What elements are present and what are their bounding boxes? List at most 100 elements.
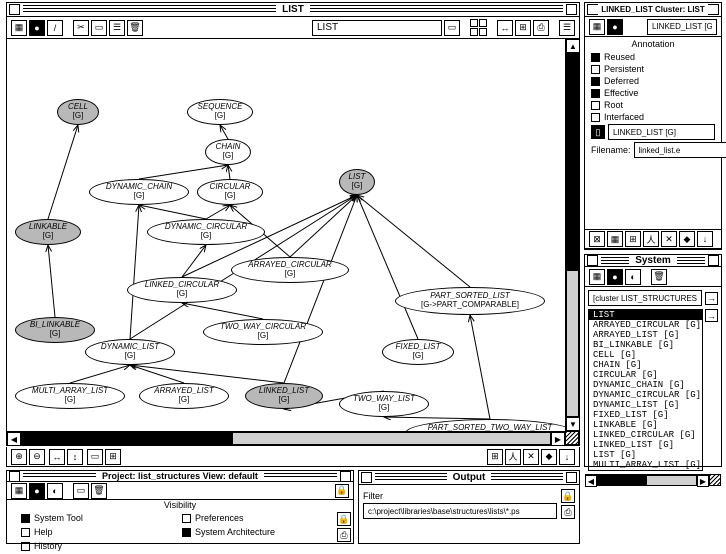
class-node-multi_array_list[interactable]: MULTI_ARRAY_LIST[G] xyxy=(15,383,125,409)
tool-btn[interactable]: ● xyxy=(607,19,623,35)
list-item[interactable]: CHAIN [G] xyxy=(589,360,702,370)
tool-btn[interactable]: / xyxy=(47,20,63,36)
lock-icon[interactable]: 🔒 xyxy=(335,484,349,498)
list-item[interactable]: LINKABLE [G] xyxy=(589,420,702,430)
class-node-arrayed_list[interactable]: ARRAYED_LIST[G] xyxy=(139,383,229,409)
list-item[interactable]: LINKED_LIST [G] xyxy=(589,440,702,450)
list-item[interactable]: DYNAMIC_CHAIN [G] xyxy=(589,380,702,390)
tool-btn[interactable]: ✕ xyxy=(661,231,677,247)
list-item[interactable]: BI_LINKABLE [G] xyxy=(589,340,702,350)
tool-btn[interactable]: ▦ xyxy=(607,231,623,247)
tool-btn[interactable]: ● xyxy=(607,269,623,285)
system-list[interactable]: LIST ARRAYED_CIRCULAR [G] ARRAYED_LIST [… xyxy=(588,309,703,471)
go-icon[interactable]: → xyxy=(705,292,718,305)
tool-btn[interactable]: ⊞ xyxy=(105,449,121,465)
tool-btn[interactable]: ▦ xyxy=(11,483,27,499)
maximize-icon[interactable] xyxy=(566,472,577,483)
print-icon[interactable]: ⎙ xyxy=(533,20,549,36)
class-node-bi_linkable[interactable]: BI_LINKABLE[G] xyxy=(15,317,95,343)
tool-btn[interactable]: ↕ xyxy=(67,449,83,465)
trash-icon[interactable]: 🗑 xyxy=(91,483,107,499)
tool-btn[interactable]: 人 xyxy=(505,449,521,465)
resize-handle[interactable] xyxy=(565,431,579,445)
tool-btn[interactable]: ☰ xyxy=(109,20,125,36)
tool-btn[interactable]: ↔ xyxy=(497,20,513,36)
filter-input[interactable] xyxy=(363,503,557,519)
maximize-icon[interactable] xyxy=(708,255,719,266)
trash-icon[interactable]: 🗑 xyxy=(651,269,667,285)
tool-btn[interactable]: ◐ xyxy=(47,483,63,499)
annotation-check-interfaced[interactable]: Interfaced xyxy=(585,111,721,123)
tool-btn[interactable]: ● xyxy=(29,20,45,36)
tool-btn[interactable]: ↓ xyxy=(697,231,713,247)
checkbox-icon[interactable] xyxy=(591,65,600,74)
project-titlebar[interactable]: Project: list_structures View: default xyxy=(7,471,353,482)
system-hscroll[interactable]: ◀ ▶ xyxy=(585,474,709,486)
tool-btn[interactable]: ⊞ xyxy=(625,231,641,247)
class-node-dynamic_chain[interactable]: DYNAMIC_CHAIN[G] xyxy=(89,179,189,205)
tool-btn[interactable]: ▭ xyxy=(87,449,103,465)
class-node-list[interactable]: LIST[G] xyxy=(339,169,375,195)
tool-btn[interactable]: ⊞ xyxy=(515,20,531,36)
tool-btn[interactable]: ▭ xyxy=(444,20,460,36)
print-icon[interactable]: ⎙ xyxy=(561,505,575,519)
cluster-titlebar[interactable]: LINKED_LIST Cluster: LIST xyxy=(585,3,721,17)
annotation-check-deferred[interactable]: Deferred xyxy=(585,75,721,87)
visibility-check-history[interactable]: History xyxy=(15,540,166,552)
system-cluster-field[interactable] xyxy=(588,290,702,306)
tool-btn[interactable]: ⊖ xyxy=(29,449,45,465)
scroll-up-icon[interactable]: ▲ xyxy=(566,39,580,53)
annotation-check-effective[interactable]: Effective xyxy=(585,87,721,99)
name-icon[interactable]: ▯ xyxy=(591,125,605,139)
checkbox-icon[interactable] xyxy=(591,77,600,86)
scroll-left-icon[interactable]: ◀ xyxy=(7,432,21,446)
checkbox-icon[interactable] xyxy=(21,528,30,537)
cut-icon[interactable]: ✂ xyxy=(73,20,89,36)
class-node-circular[interactable]: CIRCULAR[G] xyxy=(197,179,263,205)
cluster-name-field[interactable] xyxy=(608,124,715,140)
tool-btn[interactable]: ↓ xyxy=(559,449,575,465)
checkbox-icon[interactable] xyxy=(591,53,600,62)
class-node-linkable[interactable]: LINKABLE[G] xyxy=(15,219,81,245)
checkbox-icon[interactable] xyxy=(21,542,30,551)
visibility-check-preferences[interactable]: Preferences xyxy=(176,512,327,524)
main-titlebar[interactable]: LIST xyxy=(7,3,579,17)
nav-grid-icon[interactable] xyxy=(470,19,487,36)
class-node-pstwl[interactable]: PART_SORTED_TWO_WAY_LIST[G->PART_COMPARA… xyxy=(405,419,565,431)
lock-icon[interactable]: 🔒 xyxy=(561,489,575,503)
close-icon[interactable] xyxy=(587,255,598,266)
tool-btn[interactable]: ☰ xyxy=(559,20,575,36)
tool-btn[interactable]: ⊞ xyxy=(487,449,503,465)
maximize-icon[interactable] xyxy=(566,4,577,15)
checkbox-icon[interactable] xyxy=(591,113,600,122)
scroll-left-icon[interactable]: ◀ xyxy=(585,475,597,487)
cluster-input[interactable] xyxy=(647,19,717,35)
output-titlebar[interactable]: Output xyxy=(359,471,579,485)
class-node-linked_list[interactable]: LINKED_LIST[G] xyxy=(245,383,323,409)
close-icon[interactable] xyxy=(9,4,20,15)
tool-btn[interactable]: ▭ xyxy=(91,20,107,36)
close-icon[interactable] xyxy=(361,472,372,483)
system-titlebar[interactable]: System xyxy=(585,255,721,267)
filename-field[interactable] xyxy=(634,142,726,158)
resize-handle[interactable] xyxy=(709,474,721,486)
checkbox-icon[interactable] xyxy=(182,514,191,523)
class-node-cell[interactable]: CELL[G] xyxy=(57,99,99,125)
tool-btn[interactable]: ▦ xyxy=(589,19,605,35)
scroll-down-icon[interactable]: ▼ xyxy=(566,417,580,431)
tool-btn[interactable]: ◐ xyxy=(625,269,641,285)
scroll-right-icon[interactable]: ▶ xyxy=(551,432,565,446)
list-item[interactable]: LIST xyxy=(589,310,702,320)
list-item[interactable]: DYNAMIC_CIRCULAR [G] xyxy=(589,390,702,400)
print-icon[interactable]: ⎙ xyxy=(337,528,351,542)
tool-btn[interactable]: ⊕ xyxy=(11,449,27,465)
checkbox-icon[interactable] xyxy=(182,528,191,537)
diagram-canvas[interactable]: CELL[G]SEQUENCE[G]CHAIN[G]LIST[G]DYNAMIC… xyxy=(7,39,565,431)
main-class-input[interactable] xyxy=(312,20,442,36)
tool-btn[interactable]: ✕ xyxy=(523,449,539,465)
class-node-arrayed_circular[interactable]: ARRAYED_CIRCULAR[G] xyxy=(231,257,349,283)
go-icon[interactable]: → xyxy=(705,309,718,322)
tool-btn[interactable]: ▦ xyxy=(11,20,27,36)
checkbox-icon[interactable] xyxy=(591,101,600,110)
tool-btn[interactable]: ▦ xyxy=(589,269,605,285)
